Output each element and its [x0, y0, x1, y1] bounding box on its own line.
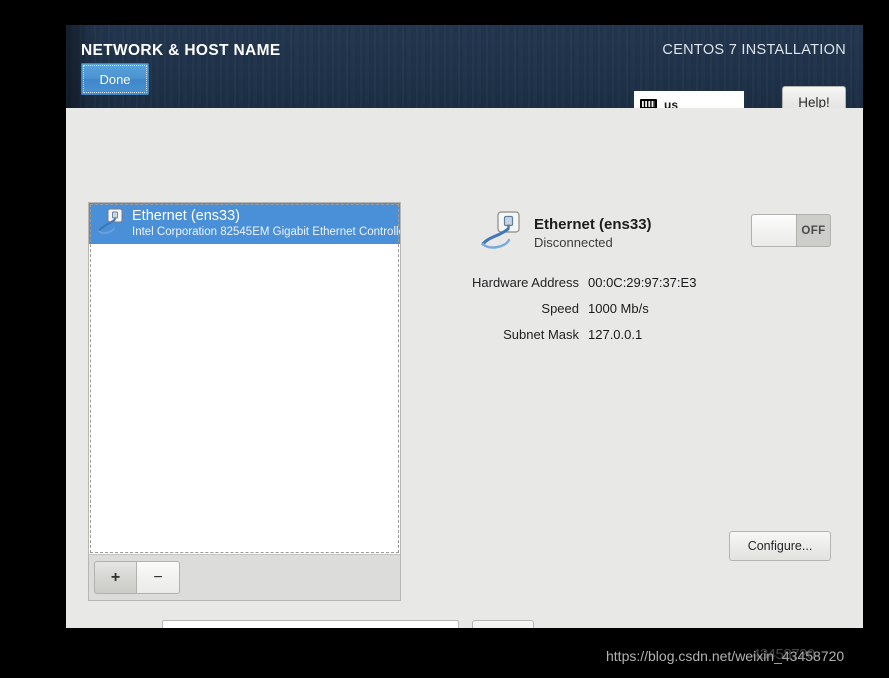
- installation-title: CENTOS 7 INSTALLATION: [662, 42, 846, 58]
- property-label: Speed: [541, 301, 579, 316]
- device-detail-panel: Ethernet (ens33) Disconnected OFF Hardwa…: [416, 202, 841, 561]
- property-row: Subnet Mask 127.0.0.1: [416, 326, 776, 344]
- configure-button[interactable]: Configure...: [729, 531, 831, 561]
- property-row: Speed 1000 Mb/s: [416, 300, 776, 318]
- network-enable-toggle[interactable]: OFF: [751, 214, 831, 247]
- ethernet-cable-icon: [478, 208, 524, 259]
- keyboard-layout-label: us: [664, 98, 679, 108]
- property-value: 00:0C:29:97:37:E3: [588, 275, 697, 290]
- ethernet-cable-icon: [95, 206, 125, 241]
- page-title: NETWORK & HOST NAME: [81, 42, 281, 59]
- device-list-toolbar: + −: [89, 554, 400, 600]
- device-detail-header: Ethernet (ens33) Disconnected: [416, 208, 652, 259]
- current-hostname-label: Current host name:: [652, 627, 763, 628]
- property-label: Subnet Mask: [503, 327, 579, 342]
- installer-header: NETWORK & HOST NAME CENTOS 7 INSTALLATIO…: [66, 25, 863, 108]
- toggle-state-label: OFF: [801, 224, 826, 237]
- screen: NETWORK & HOST NAME CENTOS 7 INSTALLATIO…: [0, 0, 889, 678]
- hostname-row: Host name: Apply Current host name: local…: [88, 620, 841, 628]
- hostname-label: Host name:: [88, 626, 157, 628]
- property-row: Hardware Address 00:0C:29:97:37:E3: [416, 274, 776, 292]
- device-description: Intel Corporation 82545EM Gigabit Ethern…: [132, 226, 400, 238]
- apply-hostname-button[interactable]: Apply: [472, 620, 534, 628]
- property-value: 127.0.0.1: [588, 327, 643, 342]
- device-detail-texts: Ethernet (ens33) Disconnected: [534, 215, 652, 252]
- help-button[interactable]: Help!: [782, 86, 846, 108]
- device-name: Ethernet (ens33): [132, 208, 241, 224]
- device-list-panel: Ethernet (ens33) Intel Corporation 82545…: [88, 202, 401, 601]
- keyboard-icon: [640, 98, 657, 108]
- toggle-knob: [752, 215, 797, 246]
- installer-window: NETWORK & HOST NAME CENTOS 7 INSTALLATIO…: [66, 25, 863, 628]
- keyboard-layout-indicator[interactable]: us: [634, 91, 744, 108]
- device-list-item[interactable]: Ethernet (ens33) Intel Corporation 82545…: [89, 203, 400, 244]
- device-list[interactable]: Ethernet (ens33) Intel Corporation 82545…: [89, 203, 400, 554]
- device-item-texts: Ethernet (ens33) Intel Corporation 82545…: [132, 208, 400, 239]
- detail-device-name: Ethernet (ens33): [534, 216, 652, 233]
- property-label: Hardware Address: [472, 275, 579, 290]
- hostname-input[interactable]: [162, 620, 459, 628]
- current-hostname: Current host name: localhost: [652, 627, 833, 628]
- current-hostname-value: localhost: [782, 627, 833, 628]
- content-area: Ethernet (ens33) Intel Corporation 82545…: [66, 108, 863, 628]
- remove-device-button[interactable]: −: [137, 561, 180, 594]
- watermark-stamp: 43458720: [752, 646, 815, 663]
- detail-connection-state: Disconnected: [534, 235, 613, 250]
- device-properties: Hardware Address 00:0C:29:97:37:E3 Speed…: [416, 274, 776, 352]
- property-value: 1000 Mb/s: [588, 301, 649, 316]
- done-button[interactable]: Done: [81, 63, 149, 95]
- add-device-button[interactable]: +: [94, 561, 137, 594]
